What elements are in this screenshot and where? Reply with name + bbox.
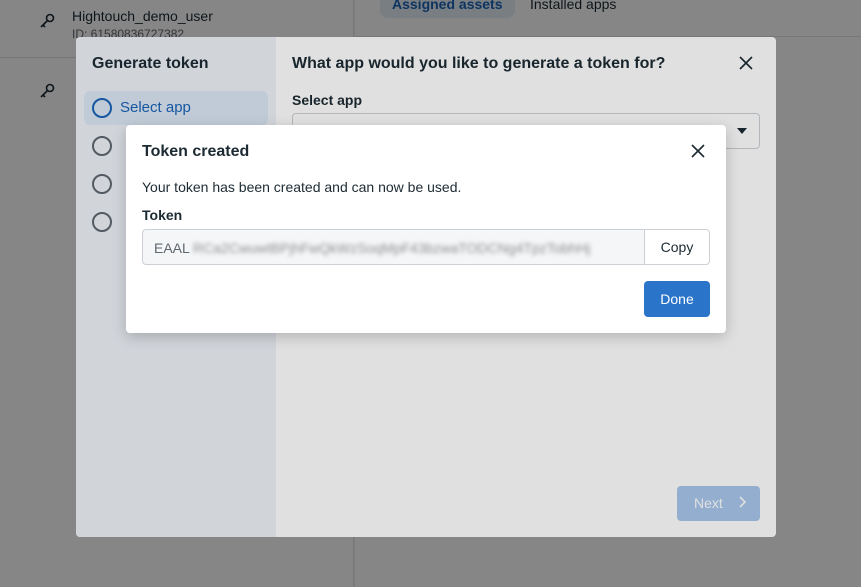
modal-description: Your token has been created and can now … bbox=[142, 179, 462, 195]
close-icon[interactable] bbox=[690, 143, 706, 159]
modal-title: Token created bbox=[142, 143, 250, 160]
token-prefix: EAAL bbox=[154, 240, 190, 256]
token-label: Token bbox=[142, 207, 183, 223]
token-value-blurred: RCa2CwuwtBPjhFwQkWzSoqMpF43bzwaTODCNg4Tp… bbox=[193, 240, 591, 256]
copy-button[interactable]: Copy bbox=[644, 229, 710, 265]
token-field[interactable]: EAAL RCa2CwuwtBPjhFwQkWzSoqMpF43bzwaTODC… bbox=[142, 229, 646, 265]
done-button[interactable]: Done bbox=[644, 281, 710, 317]
token-created-modal: Token created Your token has been create… bbox=[126, 125, 726, 333]
